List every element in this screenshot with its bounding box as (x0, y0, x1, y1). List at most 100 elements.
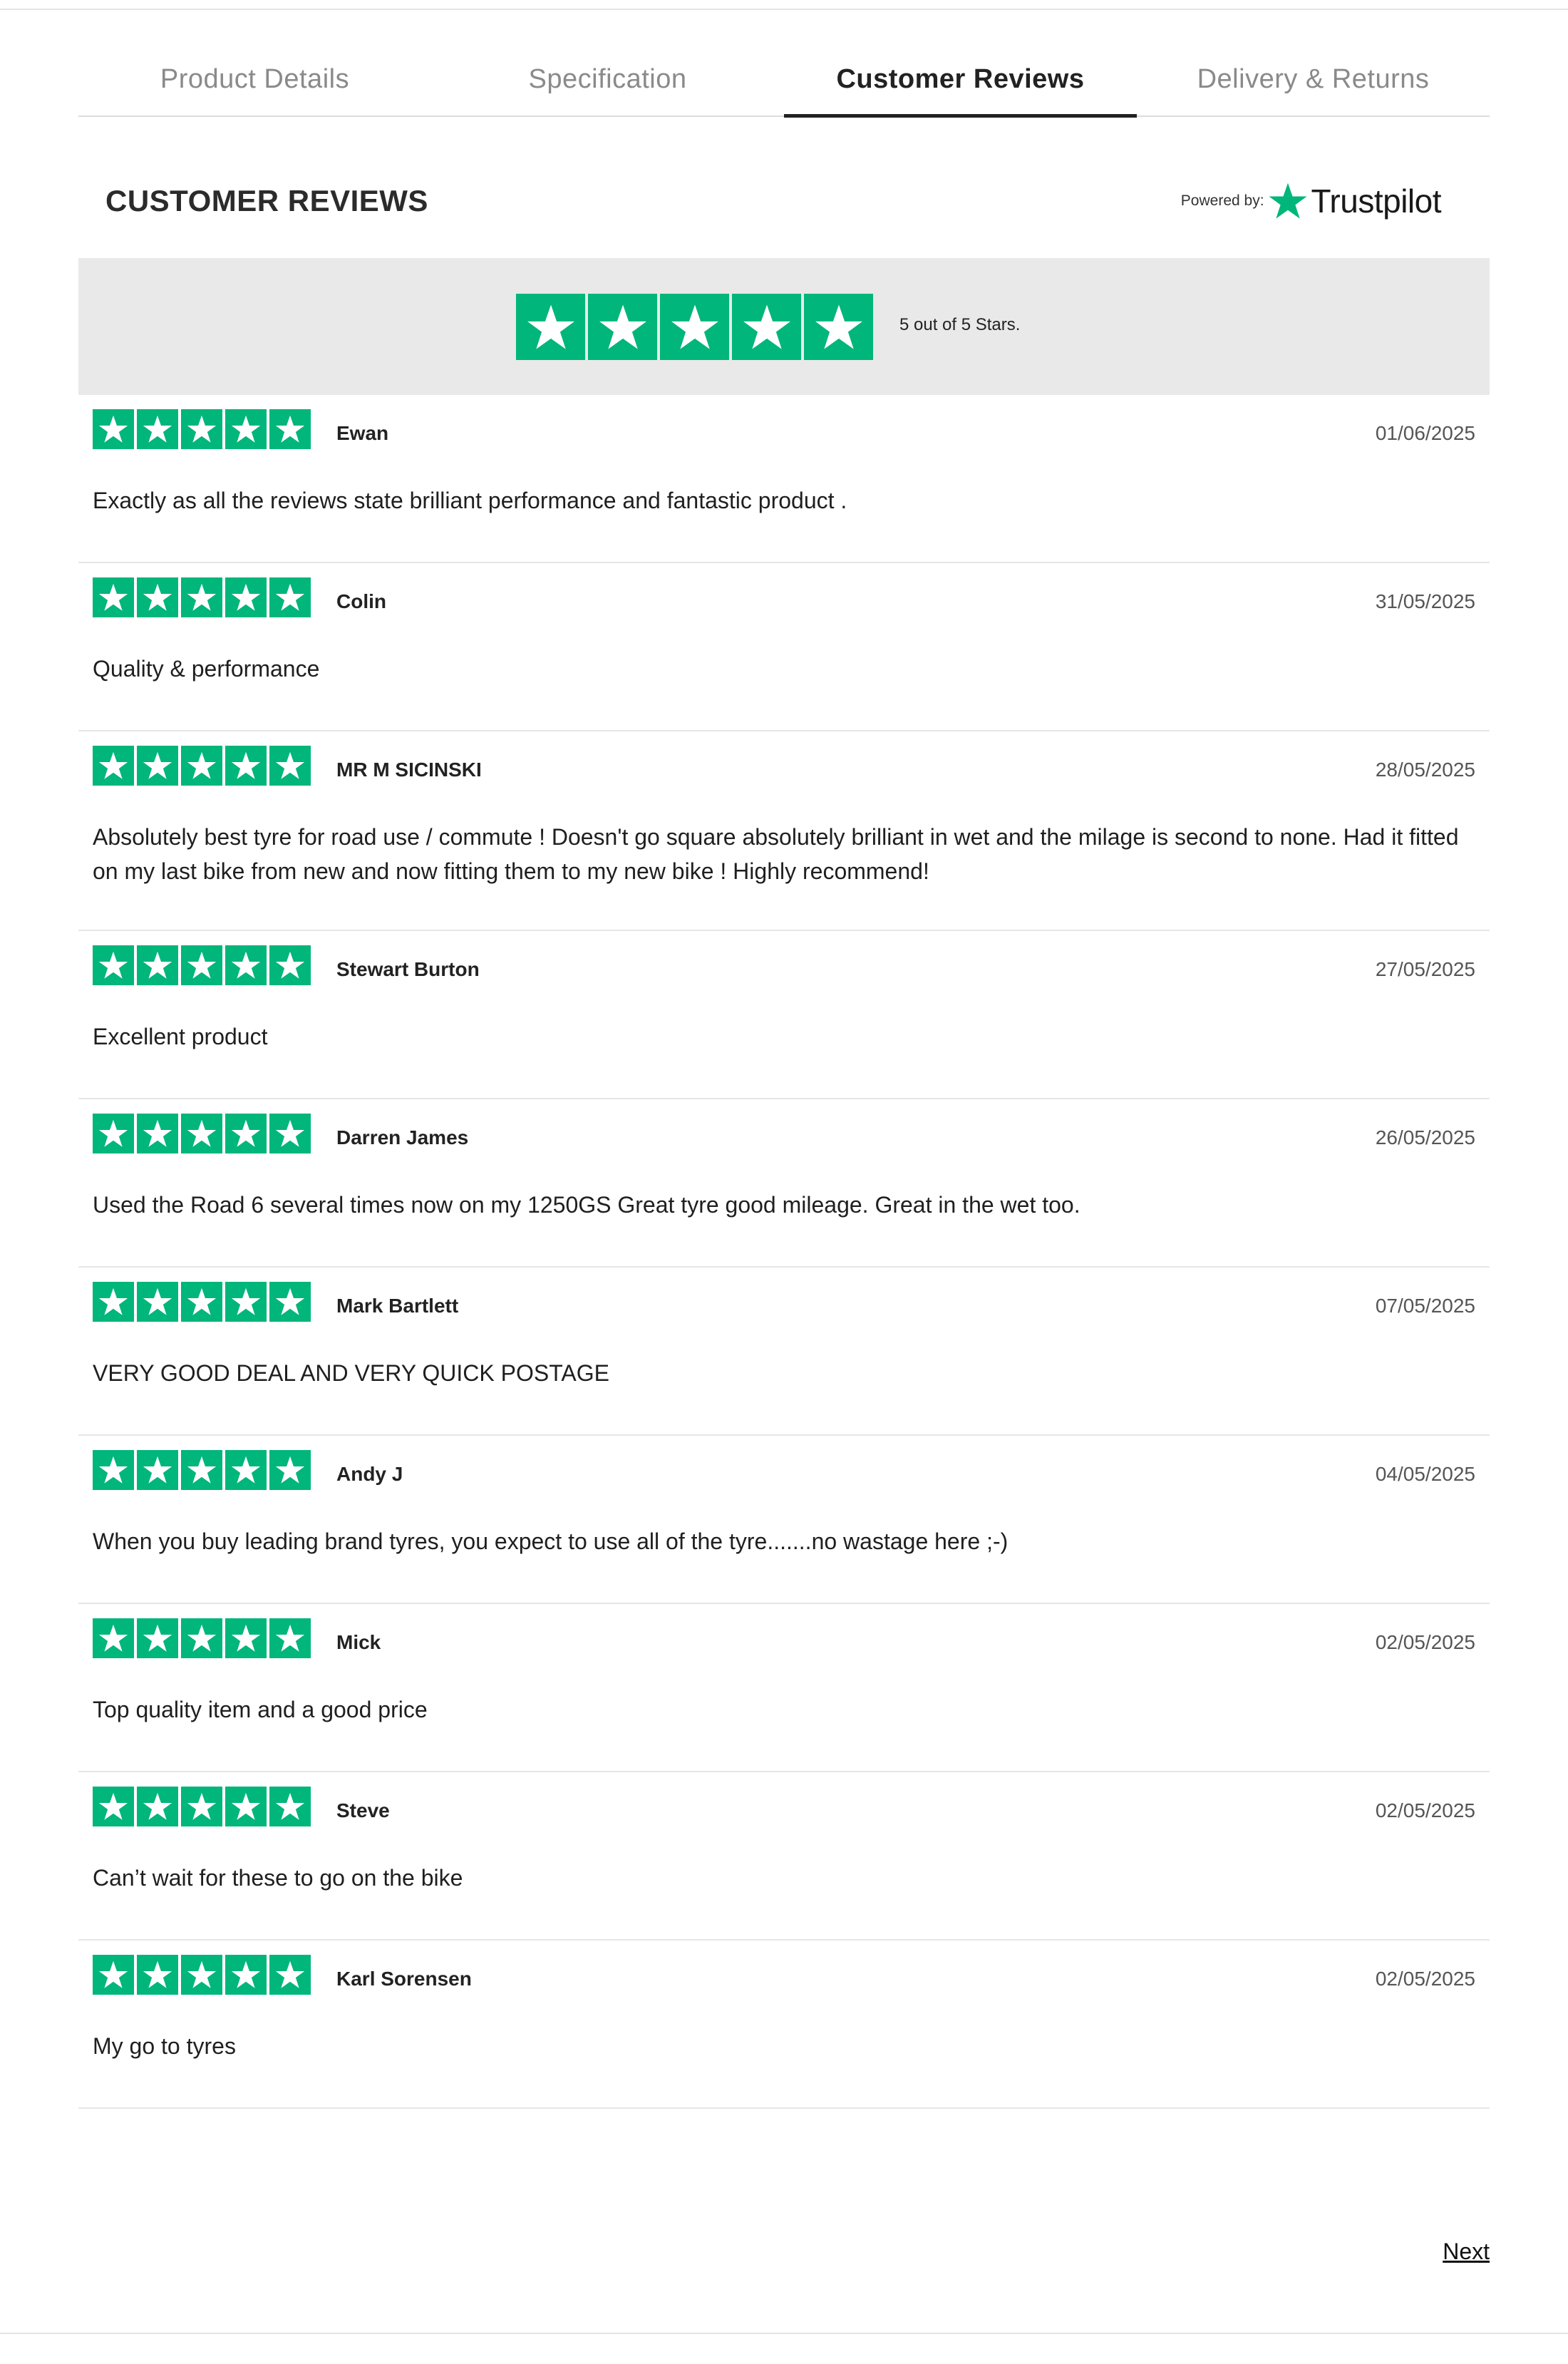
review-author: Stewart Burton (336, 958, 480, 980)
review-author: Colin (336, 590, 386, 612)
star-icon (137, 1955, 178, 1995)
review-text: My go to tyres (93, 2033, 236, 2059)
review-date: 31/05/2025 (1375, 590, 1475, 612)
review-star-rating (93, 1787, 311, 1826)
review-author: Karl Sorensen (336, 1968, 472, 1990)
review-text: When you buy leading brand tyres, you ex… (93, 1528, 1009, 1554)
star-icon (269, 1618, 311, 1658)
review-item: Mark Bartlett 07/05/2025 VERY GOOD DEAL AN… (78, 1268, 1490, 1436)
review-list: Ewan 01/06/2025 Exactly as all the reviews… (78, 395, 1490, 2109)
next-page-link[interactable]: Next (1443, 2239, 1490, 2265)
star-icon (225, 1787, 267, 1826)
review-text: Can’t wait for these to go on the bike (93, 1865, 463, 1891)
star-icon (93, 1787, 134, 1826)
star-icon (269, 1282, 311, 1322)
star-icon (225, 1450, 267, 1490)
star-icon (181, 746, 222, 786)
bottom-divider (0, 2333, 1568, 2334)
review-item: Mick 02/05/2025 Top quality item and a goo… (78, 1604, 1490, 1772)
review-text: Absolutely best tyre for road use / comm… (93, 824, 1459, 884)
star-icon (137, 1114, 178, 1153)
review-star-rating (93, 1955, 311, 1995)
tab-specification[interactable]: Specification (431, 43, 784, 115)
star-icon (93, 1955, 134, 1995)
review-text: Used the Road 6 several times now on my … (93, 1192, 1080, 1218)
star-icon (181, 945, 222, 985)
review-date: 02/05/2025 (1375, 1631, 1475, 1653)
review-star-rating (93, 577, 311, 617)
star-icon (93, 409, 134, 449)
star-icon (93, 1114, 134, 1153)
review-date: 04/05/2025 (1375, 1463, 1475, 1485)
review-star-rating (93, 746, 311, 786)
star-icon (269, 746, 311, 786)
star-icon (269, 577, 311, 617)
star-icon (181, 1114, 222, 1153)
review-author: Darren James (336, 1126, 469, 1148)
tab-product-details[interactable]: Product Details (78, 43, 431, 115)
star-icon (225, 1618, 267, 1658)
star-icon (181, 1618, 222, 1658)
review-star-rating (93, 945, 311, 985)
tab-delivery-returns[interactable]: Delivery & Returns (1137, 43, 1490, 115)
trustpilot-badge[interactable]: Powered by: Trustpilot (1180, 173, 1442, 230)
summary-star-rating (516, 294, 873, 360)
star-icon (516, 294, 585, 360)
review-date: 27/05/2025 (1375, 958, 1475, 980)
review-date: 02/05/2025 (1375, 1968, 1475, 1990)
star-icon (660, 294, 729, 360)
star-icon (269, 409, 311, 449)
review-author: MR M SICINSKI (336, 759, 482, 781)
star-icon (181, 1787, 222, 1826)
star-icon (225, 409, 267, 449)
star-icon (93, 1282, 134, 1322)
top-divider (0, 9, 1568, 10)
star-icon (137, 1450, 178, 1490)
star-icon (137, 945, 178, 985)
review-star-rating (93, 1114, 311, 1153)
star-icon (181, 1450, 222, 1490)
tab-customer-reviews[interactable]: Customer Reviews (784, 43, 1137, 118)
star-icon (93, 746, 134, 786)
star-icon (225, 746, 267, 786)
star-icon (269, 1114, 311, 1153)
star-icon (181, 1955, 222, 1995)
review-item: Stewart Burton 27/05/2025 Excellent produc… (78, 931, 1490, 1099)
review-star-rating (93, 1450, 311, 1490)
review-item: Darren James 26/05/2025 Used the Road 6 se… (78, 1099, 1490, 1268)
review-text: Quality & performance (93, 656, 320, 682)
star-icon (181, 1282, 222, 1322)
star-icon (181, 577, 222, 617)
star-icon (93, 577, 134, 617)
star-icon (93, 1450, 134, 1490)
star-icon (269, 1787, 311, 1826)
powered-by-label: Powered by: (1180, 192, 1264, 209)
section-title: CUSTOMER REVIEWS (105, 184, 428, 217)
review-item: Colin 31/05/2025 Quality & performance (78, 563, 1490, 731)
reviews-header: CUSTOMER REVIEWS Powered by: Trustpilot (78, 164, 1490, 242)
review-date: 26/05/2025 (1375, 1126, 1475, 1148)
star-icon (804, 294, 873, 360)
star-icon (269, 945, 311, 985)
star-icon (225, 1955, 267, 1995)
review-star-rating (93, 1618, 311, 1658)
review-date: 07/05/2025 (1375, 1295, 1475, 1317)
review-author: Mick (336, 1631, 381, 1653)
review-item: Andy J 04/05/2025 When you buy leading bra… (78, 1436, 1490, 1604)
review-text: VERY GOOD DEAL AND VERY QUICK POSTAGE (93, 1360, 609, 1386)
review-author: Andy J (336, 1463, 403, 1485)
star-icon (588, 294, 657, 360)
star-icon (93, 945, 134, 985)
review-item: MR M SICINSKI 28/05/2025 Absolutely best t… (78, 731, 1490, 931)
review-star-rating (93, 1282, 311, 1322)
review-star-rating (93, 409, 311, 449)
star-icon (137, 409, 178, 449)
star-icon (93, 1618, 134, 1658)
review-item: Ewan 01/06/2025 Exactly as all the reviews… (78, 395, 1490, 563)
star-icon (225, 945, 267, 985)
review-text: Exactly as all the reviews state brillia… (93, 488, 847, 513)
review-author: Mark Bartlett (336, 1295, 459, 1317)
review-text: Excellent product (93, 1024, 268, 1049)
star-icon (137, 577, 178, 617)
trustpilot-star-icon (1268, 183, 1307, 219)
